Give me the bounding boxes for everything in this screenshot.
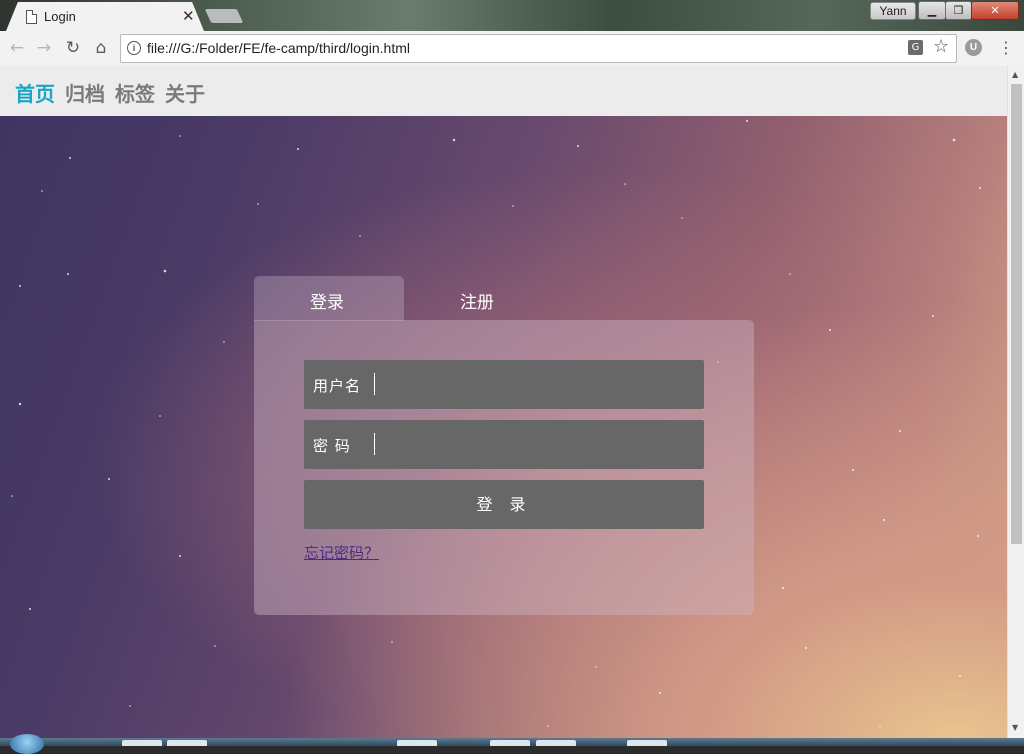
browser-tab-login[interactable]: Login ✕: [6, 2, 204, 31]
password-label: 密 码: [313, 437, 351, 455]
tab-register[interactable]: 注册: [460, 288, 494, 313]
nav-link-home[interactable]: 首页: [15, 78, 55, 107]
scroll-up-arrow-icon[interactable]: ▲: [1012, 70, 1018, 79]
scrollbar-thumb[interactable]: [1011, 84, 1022, 544]
os-taskbar: [0, 734, 1024, 754]
scroll-down-arrow-icon[interactable]: ▼: [1012, 723, 1018, 732]
username-label: 用户名: [313, 377, 362, 395]
browser-toolbar: ← → ↻ ⌂ i file:///G:/Folder/FE/fe-camp/t…: [0, 31, 1024, 67]
bookmark-star-icon[interactable]: ☆: [933, 36, 949, 57]
maximize-button[interactable]: ❐: [945, 1, 972, 20]
login-submit-button[interactable]: 登 录: [304, 480, 704, 529]
tab-close-icon[interactable]: ✕: [182, 7, 195, 25]
minimize-button[interactable]: ▁: [918, 1, 946, 20]
password-field[interactable]: 密 码: [304, 420, 704, 469]
document-icon: [26, 10, 37, 24]
starry-background: 登录 注册 用户名 密 码 登 录 忘记密码？: [0, 116, 1007, 746]
extension-icon[interactable]: U: [965, 39, 982, 56]
back-arrow-icon[interactable]: ←: [6, 37, 28, 59]
password-divider: [374, 433, 375, 455]
taskbar-item[interactable]: [167, 740, 207, 746]
new-tab-button[interactable]: [204, 9, 244, 23]
taskbar-item[interactable]: [490, 740, 530, 746]
taskbar-item[interactable]: [122, 740, 162, 746]
site-navigation: 首页 归档 标签 关于: [0, 66, 1007, 116]
nav-link-archive[interactable]: 归档: [65, 78, 105, 107]
close-window-button[interactable]: ✕: [971, 1, 1019, 20]
home-icon[interactable]: ⌂: [90, 37, 112, 59]
nav-link-tags[interactable]: 标签: [115, 78, 155, 107]
username-field[interactable]: 用户名: [304, 360, 704, 409]
forward-arrow-icon[interactable]: →: [33, 37, 55, 59]
login-form-card: 用户名 密 码 登 录 忘记密码？: [254, 320, 754, 615]
forgot-password-link[interactable]: 忘记密码？: [304, 542, 379, 563]
profile-button[interactable]: Yann: [870, 2, 916, 20]
username-divider: [374, 373, 375, 395]
vertical-scrollbar[interactable]: ▲ ▼: [1007, 66, 1024, 746]
start-button[interactable]: [10, 734, 44, 754]
taskbar-item[interactable]: [397, 740, 437, 746]
url-text[interactable]: file:///G:/Folder/FE/fe-camp/third/login…: [147, 40, 410, 56]
nav-link-about[interactable]: 关于: [165, 78, 205, 107]
reload-icon[interactable]: ↻: [62, 37, 84, 59]
info-icon[interactable]: i: [127, 41, 141, 55]
tab-title: Login: [44, 9, 76, 24]
page-viewport: 首页 归档 标签 关于 登录 注册 用户名 密 码 登 录 忘记密码？: [0, 66, 1007, 746]
browser-menu-icon[interactable]: ⋮: [998, 37, 1014, 59]
taskbar-item[interactable]: [627, 740, 667, 746]
window-titlebar: Login ✕ Yann ▁ ❐ ✕: [0, 0, 1024, 31]
address-bar[interactable]: i file:///G:/Folder/FE/fe-camp/third/log…: [120, 34, 957, 63]
taskbar-item[interactable]: [536, 740, 576, 746]
translate-icon[interactable]: G: [908, 40, 923, 55]
tab-login[interactable]: 登录: [310, 288, 344, 313]
